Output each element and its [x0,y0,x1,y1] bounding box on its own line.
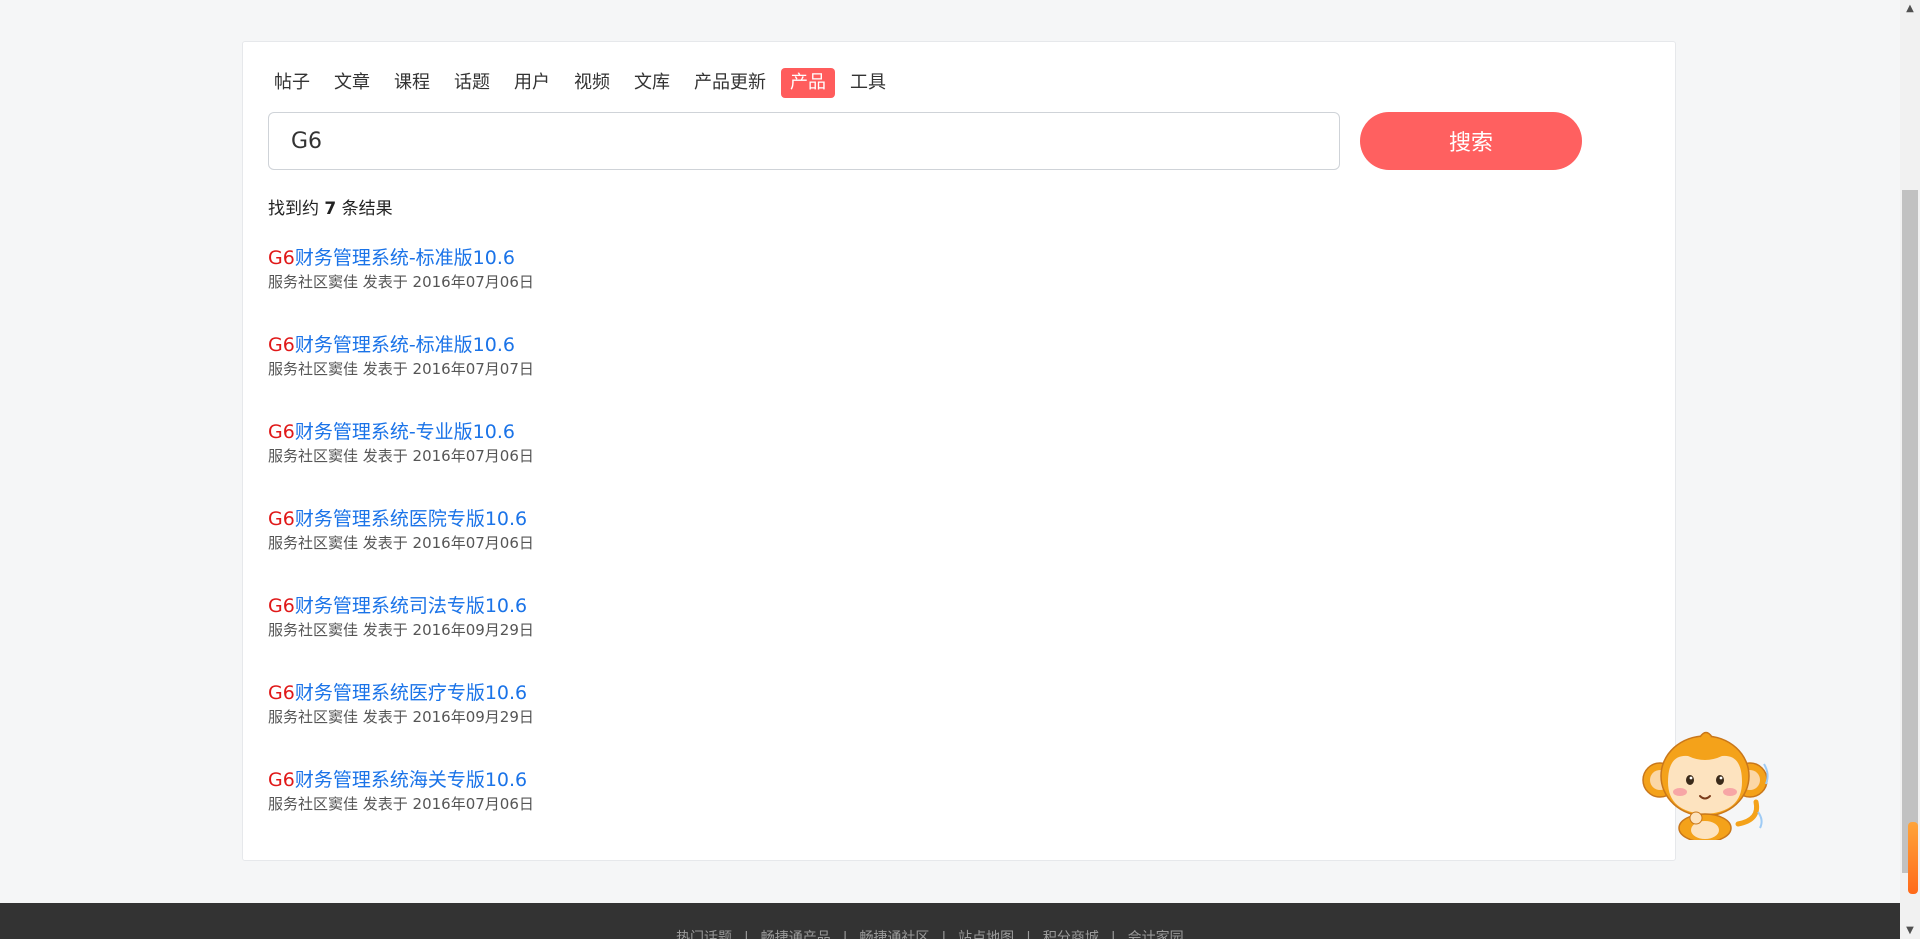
tab-posts[interactable]: 帖子 [265,68,319,98]
scroll-progress-indicator [1908,822,1918,894]
search-bar: 搜索 [268,112,1588,172]
search-button[interactable]: 搜索 [1360,112,1582,170]
result-title-text: 财务管理系统-专业版10.6 [294,421,515,443]
result-meta: 服务社区窦佳 发表于 2016年09月29日 [268,708,534,726]
result-title-link[interactable]: G6财务管理系统-专业版10.6 [268,419,515,445]
result-title-link[interactable]: G6财务管理系统-标准版10.6 [268,332,515,358]
tab-product-updates[interactable]: 产品更新 [685,68,775,98]
result-title-text: 财务管理系统-标准版10.6 [294,247,515,269]
footer-separator: | [941,930,947,939]
result-title-highlight: G6 [268,334,295,356]
footer-separator: | [842,930,848,939]
result-title-highlight: G6 [268,769,295,791]
tab-videos[interactable]: 视频 [565,68,619,98]
list-item: G6财务管理系统医院专版10.6 服务社区窦佳 发表于 2016年07月06日 [268,506,1168,593]
scroll-down-arrow-icon[interactable]: ▼ [1900,922,1920,939]
result-meta: 服务社区窦佳 发表于 2016年07月06日 [268,447,534,465]
tab-tools[interactable]: 工具 [841,68,895,98]
list-item: G6财务管理系统-标准版10.6 服务社区窦佳 发表于 2016年07月07日 [268,332,1168,419]
vertical-scrollbar[interactable]: ▲ ▼ [1900,0,1920,939]
search-results-card: 帖子 文章 课程 话题 用户 视频 文库 产品更新 产品 工具 搜索 找到约 7… [242,41,1676,861]
result-count: 找到约 7 条结果 [268,194,393,219]
page: 帖子 文章 课程 话题 用户 视频 文库 产品更新 产品 工具 搜索 找到约 7… [0,0,1920,939]
footer-link-sitemap[interactable]: 站点地图 [958,930,1014,939]
tab-articles[interactable]: 文章 [325,68,379,98]
result-title-text: 财务管理系统海关专版10.6 [294,769,528,791]
result-count-number: 7 [324,199,337,219]
result-count-suffix: 条结果 [336,199,393,219]
footer-link-hot-topics[interactable]: 热门话题 [676,930,732,939]
result-meta: 服务社区窦佳 发表于 2016年07月07日 [268,360,534,378]
list-item: G6财务管理系统-标准版10.6 服务社区窦佳 发表于 2016年07月06日 [268,245,1168,332]
result-title-link[interactable]: G6财务管理系统医疗专版10.6 [268,680,527,706]
monkey-mascot-icon[interactable] [1638,728,1774,840]
result-title-link[interactable]: G6财务管理系统海关专版10.6 [268,767,527,793]
result-count-prefix: 找到约 [268,199,325,219]
footer-separator: | [1110,930,1116,939]
search-category-tabs: 帖子 文章 课程 话题 用户 视频 文库 产品更新 产品 工具 [265,68,901,98]
result-title-highlight: G6 [268,508,295,530]
result-title-link[interactable]: G6财务管理系统司法专版10.6 [268,593,527,619]
result-meta: 服务社区窦佳 发表于 2016年07月06日 [268,273,534,291]
footer-link-products[interactable]: 畅捷通产品 [761,930,831,939]
footer-link-community[interactable]: 畅捷通社区 [859,930,929,939]
search-input[interactable] [268,112,1340,170]
tab-users[interactable]: 用户 [505,68,559,98]
result-title-highlight: G6 [268,682,295,704]
results-list: G6财务管理系统-标准版10.6 服务社区窦佳 发表于 2016年07月06日 … [268,245,1168,854]
result-title-text: 财务管理系统-标准版10.6 [294,334,515,356]
result-title-text: 财务管理系统医院专版10.6 [294,508,528,530]
result-title-text: 财务管理系统司法专版10.6 [294,595,528,617]
scrollbar-thumb[interactable] [1902,190,1918,873]
result-title-highlight: G6 [268,421,295,443]
list-item: G6财务管理系统海关专版10.6 服务社区窦佳 发表于 2016年07月06日 [268,767,1168,854]
list-item: G6财务管理系统司法专版10.6 服务社区窦佳 发表于 2016年09月29日 [268,593,1168,680]
list-item: G6财务管理系统医疗专版10.6 服务社区窦佳 发表于 2016年09月29日 [268,680,1168,767]
result-title-link[interactable]: G6财务管理系统-标准版10.6 [268,245,515,271]
footer: 热门话题 | 畅捷通产品 | 畅捷通社区 | 站点地图 | 积分商城 | 会计家园 [0,903,1900,939]
result-meta: 服务社区窦佳 发表于 2016年07月06日 [268,795,534,813]
result-meta: 服务社区窦佳 发表于 2016年07月06日 [268,534,534,552]
footer-links: 热门话题 | 畅捷通产品 | 畅捷通社区 | 站点地图 | 积分商城 | 会计家园 [676,927,1184,939]
tab-courses[interactable]: 课程 [385,68,439,98]
list-item: G6财务管理系统-专业版10.6 服务社区窦佳 发表于 2016年07月06日 [268,419,1168,506]
result-title-text: 财务管理系统医疗专版10.6 [294,682,528,704]
footer-link-points-mall[interactable]: 积分商城 [1043,930,1099,939]
footer-link-accounting-home[interactable]: 会计家园 [1128,930,1184,939]
result-meta: 服务社区窦佳 发表于 2016年09月29日 [268,621,534,639]
tab-topics[interactable]: 话题 [445,68,499,98]
result-title-highlight: G6 [268,595,295,617]
tab-products[interactable]: 产品 [781,68,835,98]
footer-separator: | [744,930,749,939]
tab-library[interactable]: 文库 [625,68,679,98]
result-title-highlight: G6 [268,247,295,269]
result-title-link[interactable]: G6财务管理系统医院专版10.6 [268,506,527,532]
scroll-up-arrow-icon[interactable]: ▲ [1900,0,1920,17]
footer-separator: | [1026,930,1031,939]
